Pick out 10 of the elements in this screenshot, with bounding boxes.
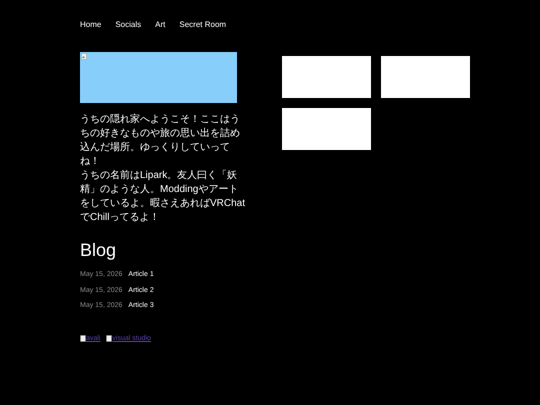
broken-image-icon xyxy=(81,53,87,60)
blog-heading: Blog xyxy=(80,239,118,262)
nav-link[interactable]: Home xyxy=(80,19,102,31)
intro-paragraph: うちの名前はLipark。友人曰く「妖精」のような人。Moddingやアートをしているよ。暇さえあればVRChatでChillってるよ！ xyxy=(80,169,246,225)
nav-link[interactable]: Socials xyxy=(115,19,142,31)
broken-image-icon xyxy=(106,335,112,342)
broken-image-icon xyxy=(80,335,86,342)
nav-link[interactable]: Art xyxy=(155,19,166,31)
nav-link[interactable]: Secret Room xyxy=(179,19,226,31)
intro-paragraph: うちの隠れ家へようこそ！ここはうちの好きなものや旅の思い出を詰め込んだ場所。ゆっくりしていってね！ xyxy=(80,113,241,169)
